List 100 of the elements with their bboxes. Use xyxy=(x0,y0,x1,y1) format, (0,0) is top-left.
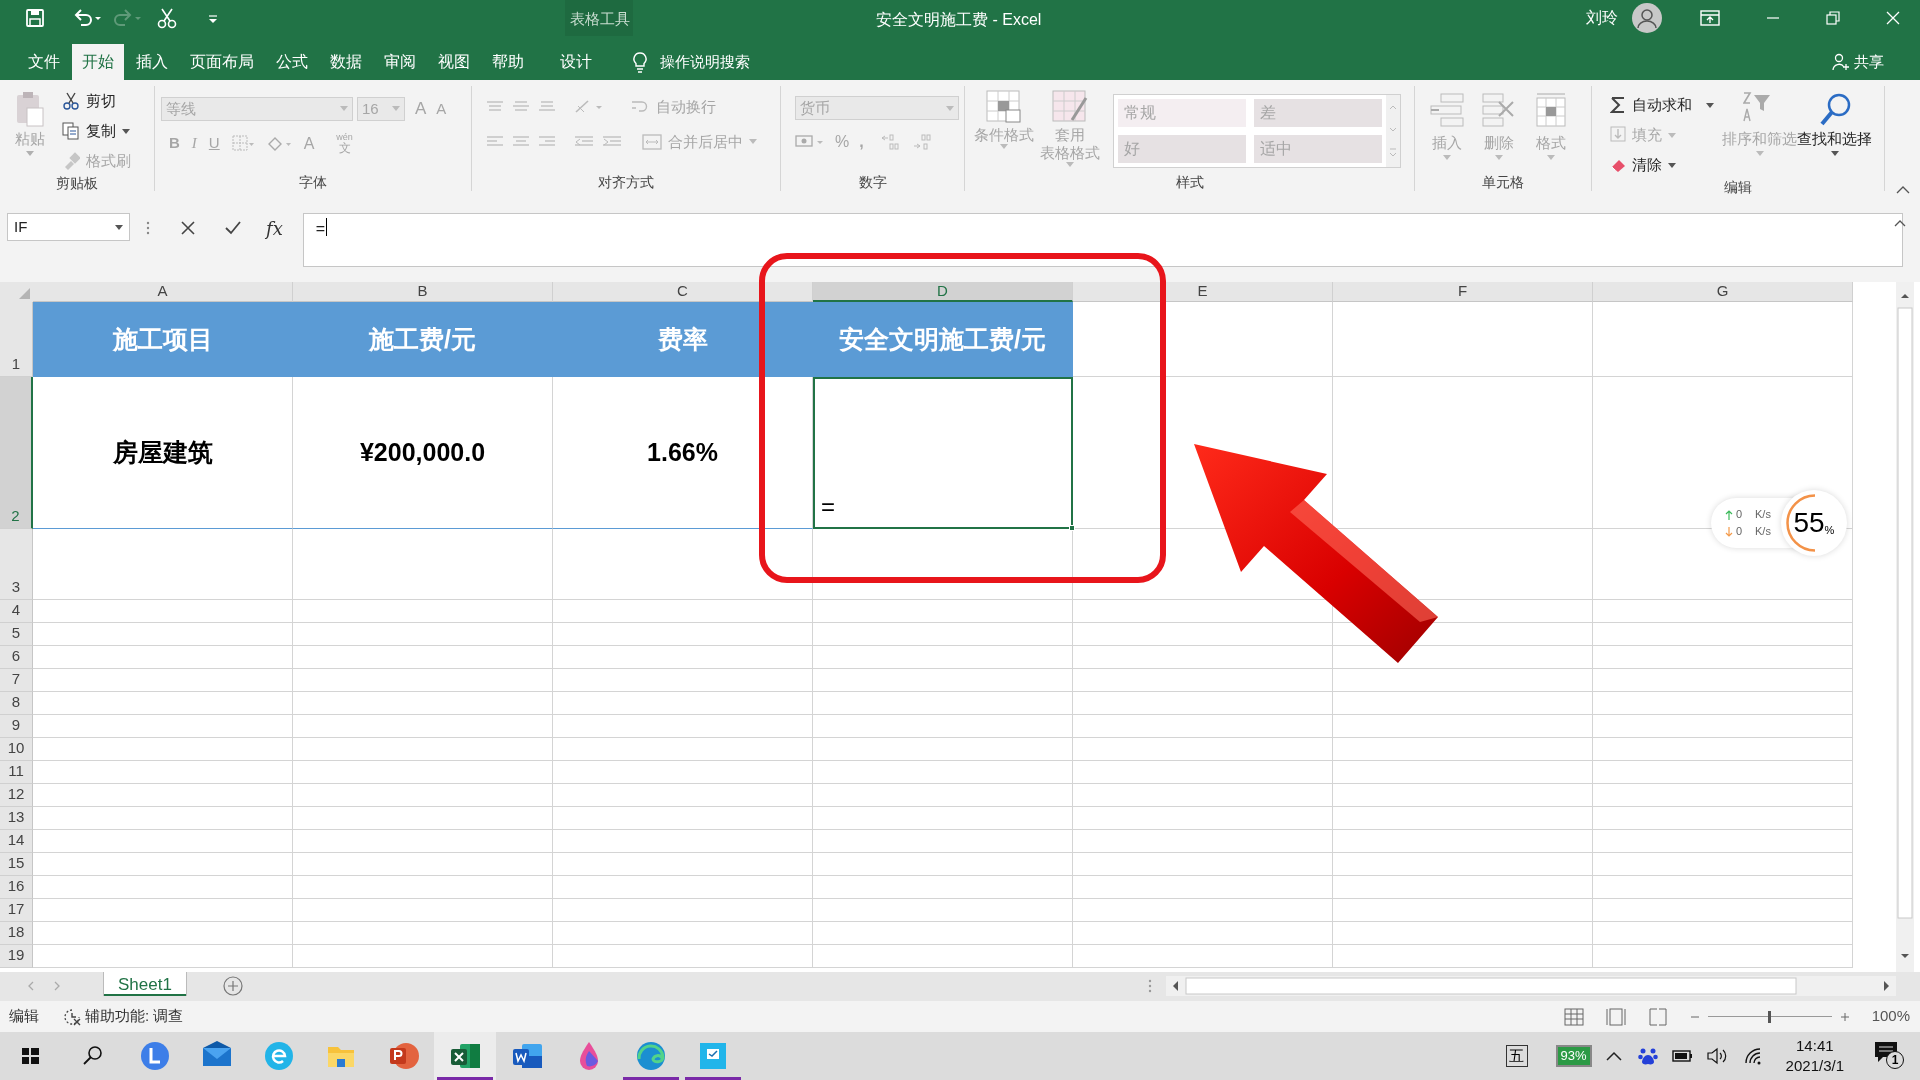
caret-icon xyxy=(1000,144,1008,149)
copy-icon xyxy=(62,122,80,140)
taskbar-button[interactable] xyxy=(434,1032,496,1080)
row-header[interactable]: 2 xyxy=(0,377,33,529)
zoom-slider-thumb[interactable] xyxy=(1768,1010,1772,1023)
expand-formula-icon[interactable] xyxy=(1894,219,1906,227)
ribbon-tab[interactable]: 文件 xyxy=(18,44,70,80)
ribbon-tab[interactable]: 页面布局 xyxy=(180,44,264,80)
status-mode: 编辑 xyxy=(9,1006,39,1027)
clock-time[interactable]: 14:41 xyxy=(1796,1036,1834,1056)
zoom-level[interactable]: 100% xyxy=(1871,1005,1910,1028)
row-header[interactable]: 1 xyxy=(0,302,33,377)
column-header[interactable]: A xyxy=(33,282,293,302)
row-header[interactable]: 11 xyxy=(0,761,33,784)
caret-icon xyxy=(392,106,400,112)
conditional-format-icon xyxy=(986,90,1022,124)
caret-icon xyxy=(1547,154,1555,160)
row-header[interactable]: 9 xyxy=(0,715,33,738)
ribbon-group-label: 编辑 xyxy=(1723,178,1753,196)
ribbon-button[interactable]: 查找和选择 xyxy=(1797,86,1872,178)
notification-count: 1 xyxy=(1886,1051,1904,1069)
ribbon-tab[interactable]: 插入 xyxy=(126,44,178,80)
row-header[interactable]: 7 xyxy=(0,669,33,692)
restore-icon[interactable] xyxy=(1826,11,1840,25)
battery-icon[interactable] xyxy=(1671,1049,1694,1063)
row-header[interactable]: 17 xyxy=(0,899,33,922)
row-header[interactable]: 5 xyxy=(0,623,33,646)
ribbon-tab[interactable]: 帮助 xyxy=(482,44,534,80)
row-header[interactable]: 10 xyxy=(0,738,33,761)
chevron-up-icon[interactable] xyxy=(1605,1050,1622,1062)
active-cell[interactable]: = xyxy=(813,377,1073,529)
upload-arrow-icon xyxy=(1725,509,1733,520)
column-header[interactable]: G xyxy=(1593,282,1853,302)
name-box[interactable]: IF xyxy=(7,213,130,241)
ribbon-tab[interactable]: 数据 xyxy=(320,44,372,80)
scissors-icon[interactable] xyxy=(156,7,178,29)
column-header[interactable]: D xyxy=(813,282,1073,302)
cancel-icon[interactable] xyxy=(180,220,196,236)
row-header[interactable]: 6 xyxy=(0,646,33,669)
paw-icon[interactable] xyxy=(1637,1046,1658,1066)
ribbon-button[interactable]: 自动求和 xyxy=(1610,92,1714,118)
column-header[interactable]: F xyxy=(1333,282,1593,302)
column-header[interactable]: B xyxy=(293,282,553,302)
ribbon-button[interactable]: 剪切 xyxy=(62,88,131,114)
accessibility-status[interactable]: 辅助功能: 调查 xyxy=(85,1005,184,1028)
ime-indicator[interactable]: 五 xyxy=(1505,1045,1528,1067)
insert-cells-icon xyxy=(1429,92,1465,128)
letter-e-app-icon xyxy=(262,1039,296,1073)
ribbon-tab[interactable]: 设计 xyxy=(542,44,610,80)
add-sheet-icon[interactable] xyxy=(221,975,244,997)
collapse-ribbon-icon[interactable] xyxy=(1896,185,1910,195)
clock-date[interactable]: 2021/3/1 xyxy=(1785,1056,1844,1076)
ribbon-group-label: 对齐方式 xyxy=(597,173,655,191)
row-header[interactable]: 3 xyxy=(0,529,33,600)
close-icon[interactable] xyxy=(1886,11,1900,25)
format-cells-icon xyxy=(1533,92,1569,128)
row-header[interactable]: 19 xyxy=(0,945,33,968)
page-break-icon[interactable] xyxy=(1647,1007,1668,1026)
caret-icon xyxy=(1668,162,1676,168)
row-header[interactable]: 8 xyxy=(0,692,33,715)
ribbon-tab[interactable]: 视图 xyxy=(428,44,480,80)
ribbon-button[interactable]: 复制 xyxy=(62,118,131,144)
share-button[interactable]: 共享 xyxy=(1832,44,1884,80)
ribbon-tab[interactable]: 开始 xyxy=(72,44,124,80)
caret-icon xyxy=(115,224,123,230)
insert-function-button[interactable]: fx xyxy=(266,215,283,242)
row-header[interactable]: 15 xyxy=(0,853,33,876)
ribbon-group-label: 单元格 xyxy=(1481,173,1525,191)
drag-handle-icon[interactable] xyxy=(146,221,150,235)
page-layout-icon[interactable] xyxy=(1605,1007,1626,1026)
undo-icon[interactable] xyxy=(72,7,102,29)
row-header[interactable]: 18 xyxy=(0,922,33,945)
user-name: 刘玲 xyxy=(1586,8,1618,28)
ribbon-group-label: 字体 xyxy=(298,173,328,191)
row-header[interactable]: 16 xyxy=(0,876,33,899)
tell-me-search[interactable]: 操作说明搜索 xyxy=(660,50,750,74)
row-header[interactable]: 14 xyxy=(0,830,33,853)
split-handle-icon[interactable] xyxy=(1148,979,1152,993)
caret-icon xyxy=(1443,154,1451,160)
sheet-tab[interactable]: Sheet1 xyxy=(104,972,186,996)
enter-check-icon[interactable] xyxy=(224,220,242,236)
normal-view-icon[interactable] xyxy=(1563,1007,1584,1026)
select-all-icon[interactable] xyxy=(0,282,33,302)
ribbon-button[interactable]: 清除 xyxy=(1610,152,1714,178)
horizontal-scrollbar[interactable] xyxy=(1166,976,1896,996)
header-cell: 安全文明施工费/元 xyxy=(813,302,1073,377)
ribbon-tab[interactable]: 审阅 xyxy=(374,44,426,80)
avatar-icon[interactable] xyxy=(1632,3,1662,33)
row-header[interactable]: 4 xyxy=(0,600,33,623)
row-header[interactable]: 13 xyxy=(0,807,33,830)
redo-icon[interactable] xyxy=(112,7,142,29)
ribbon-tab[interactable]: 公式 xyxy=(266,44,318,80)
column-header[interactable]: E xyxy=(1073,282,1333,302)
column-header[interactable]: C xyxy=(553,282,813,302)
formula-input[interactable]: = xyxy=(302,213,1903,267)
vertical-scrollbar[interactable] xyxy=(1896,282,1914,972)
row-header[interactable]: 12 xyxy=(0,784,33,807)
save-icon[interactable] xyxy=(24,7,46,29)
battery-indicator[interactable]: 93% xyxy=(1555,1045,1592,1067)
ribbon-display-icon[interactable] xyxy=(1700,9,1720,27)
